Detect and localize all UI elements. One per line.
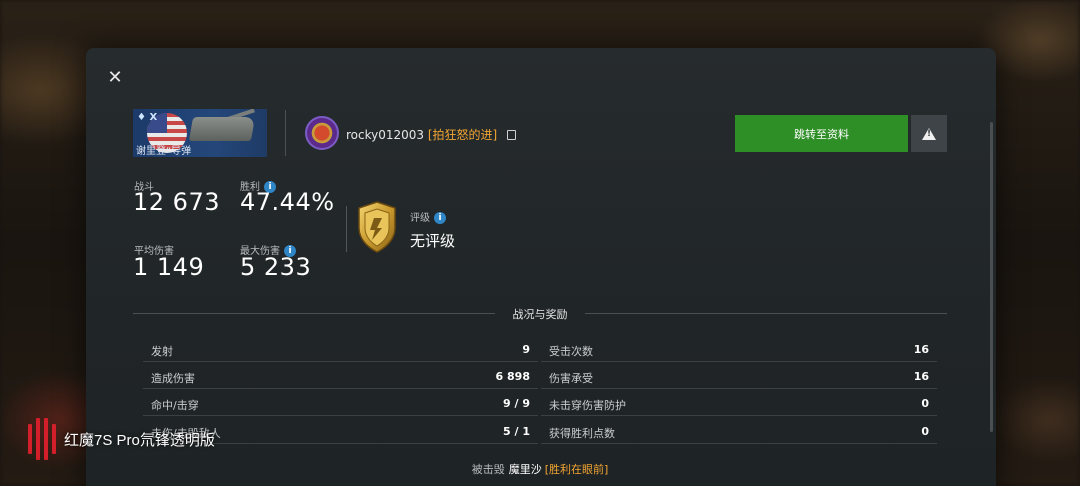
row-value: 16	[913, 343, 929, 356]
table-row: 获得胜利点数 0	[541, 418, 937, 444]
go-to-profile-button[interactable]: 跳转至资料	[735, 115, 908, 152]
rating-label: 评级	[410, 213, 430, 224]
row-value: 9 / 9	[503, 397, 530, 410]
section-title: 战况与奖励	[512, 308, 568, 321]
scrollbar[interactable]	[990, 122, 993, 432]
tank-banner: ♦ X 谢里登“导弹	[133, 109, 267, 157]
report-button[interactable]	[911, 115, 947, 152]
rating-value: 无评级	[410, 232, 456, 250]
rating-shield-icon	[358, 201, 396, 253]
player-info: rocky012003 [拍狂怒的进]	[346, 126, 517, 143]
row-label: 伤害承受	[549, 372, 593, 385]
device-watermark: 红魔7S Pro氘锋透明版	[26, 418, 215, 460]
player-clan[interactable]: [拍狂怒的进]	[428, 128, 497, 142]
header-divider	[285, 110, 286, 156]
table-row: 伤害承受 16	[541, 363, 937, 389]
tank-name: 谢里登“导弹	[136, 146, 192, 157]
battles-value: 12 673	[133, 188, 220, 216]
row-label: 获得胜利点数	[549, 427, 615, 440]
destroyed-by-clan[interactable]: [胜利在眼前]	[545, 463, 609, 476]
destroyed-by-line: 被击毁 魔里沙 [胜利在眼前]	[0, 461, 1080, 477]
red-magic-logo-icon	[26, 418, 58, 460]
table-row: 未击穿伤害防护 0	[541, 390, 937, 416]
row-label: 造成伤害	[151, 372, 195, 385]
info-icon[interactable]: i	[434, 212, 446, 224]
warning-icon	[922, 127, 936, 140]
destroyed-by-name[interactable]: 魔里沙	[509, 463, 542, 476]
destroyed-by-prefix: 被击毁	[471, 463, 505, 476]
row-value: 5 / 1	[503, 425, 530, 438]
player-name: rocky012003	[346, 128, 425, 142]
row-label: 未击穿伤害防护	[549, 399, 626, 412]
section-line-left	[133, 313, 495, 314]
table-row: 造成伤害 6 898	[143, 363, 538, 389]
row-value: 6 898	[495, 370, 530, 383]
stats-divider	[346, 206, 347, 252]
clan-emblem-icon[interactable]	[305, 116, 339, 150]
section-line-right	[585, 313, 947, 314]
rating-label-group: 评级 i	[410, 209, 446, 224]
winrate-value: 47.44%	[240, 188, 335, 216]
tank-tier: ♦ X	[137, 112, 158, 123]
table-row: 受击次数 16	[541, 336, 937, 362]
close-button[interactable]: ✕	[105, 68, 125, 88]
table-row: 命中/击穿 9 / 9	[143, 390, 538, 416]
watermark-text: 红魔7S Pro氘锋透明版	[64, 431, 215, 449]
tank-icon	[188, 117, 256, 141]
avg-damage-value: 1 149	[133, 253, 205, 281]
row-label: 命中/击穿	[151, 399, 199, 412]
copy-icon[interactable]	[507, 130, 517, 140]
row-label: 发射	[151, 345, 173, 358]
row-value: 9	[522, 343, 530, 356]
row-value: 0	[921, 425, 929, 438]
row-label: 受击次数	[549, 345, 593, 358]
table-row: 发射 9	[143, 336, 538, 362]
row-value: 0	[921, 397, 929, 410]
max-damage-value: 5 233	[240, 253, 312, 281]
row-value: 16	[913, 370, 929, 383]
